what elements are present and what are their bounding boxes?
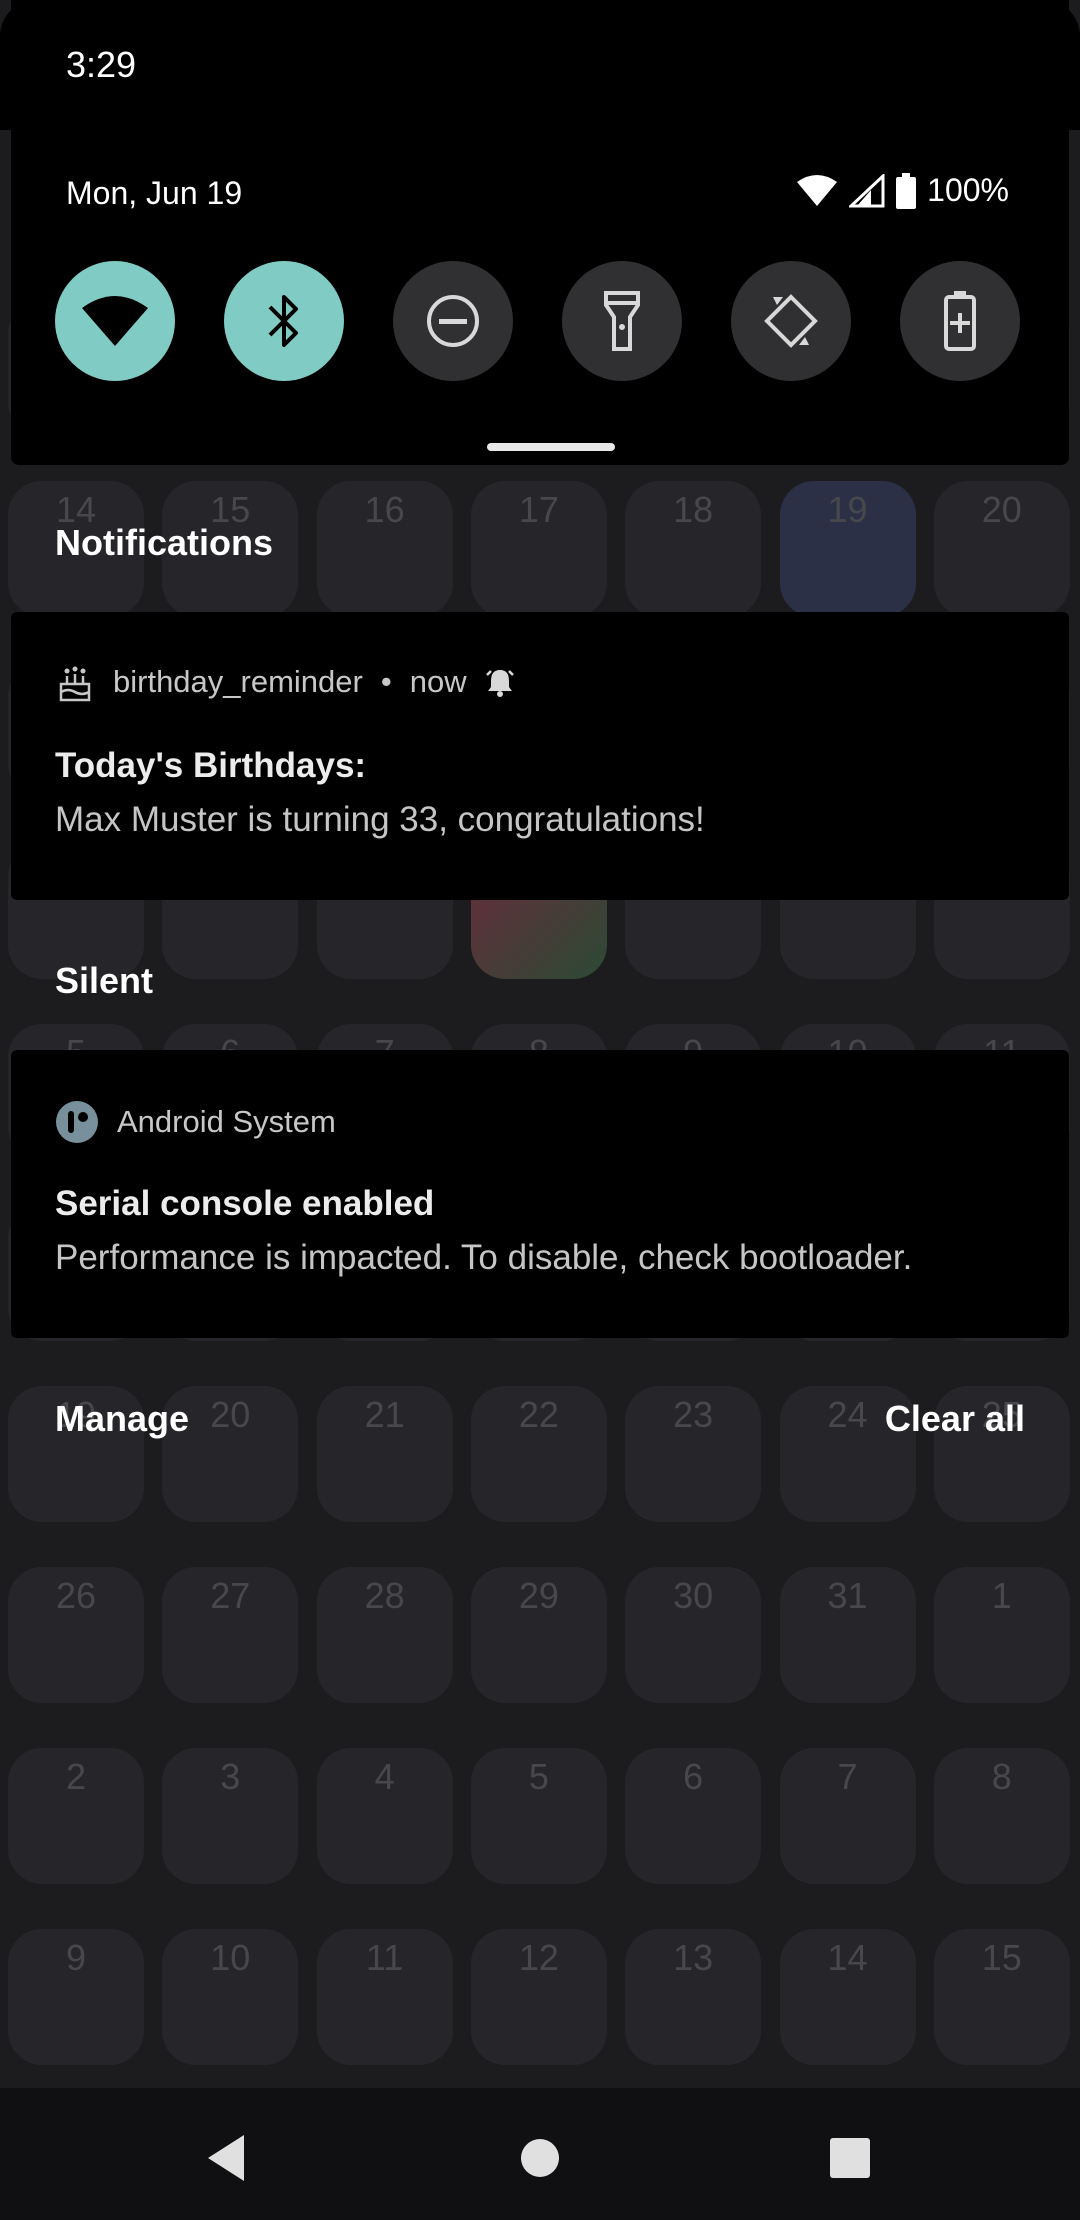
wifi-icon [82, 296, 148, 346]
clock: 3:29 [66, 44, 137, 85]
clear-all-button[interactable]: Clear all [885, 1398, 1025, 1440]
wifi-tile[interactable] [55, 261, 175, 381]
calendar-day-cell: 9 [8, 1929, 144, 2065]
calendar-day-cell: 14 [779, 1929, 916, 2065]
flashlight-icon [604, 291, 640, 351]
navigation-bar [0, 2088, 1080, 2220]
calendar-day-cell: 6 [625, 1748, 762, 1884]
notification-text: Performance is impacted. To disable, che… [55, 1238, 913, 1277]
wifi-signal-icon [797, 174, 838, 206]
calendar-day-cell: 12 [470, 1929, 607, 2065]
battery-saver-icon [944, 291, 976, 351]
bluetooth-tile[interactable] [224, 261, 344, 381]
calendar-day-cell: 30 [625, 1567, 762, 1703]
calendar-day-cell: 27 [162, 1567, 299, 1703]
do-not-disturb-icon [427, 295, 479, 347]
calendar-day-cell: 2 [8, 1748, 144, 1884]
calendar-day-cell: 4 [316, 1748, 453, 1884]
notification-card-android-system[interactable]: Android System Serial console enabled Pe… [11, 1050, 1069, 1338]
do-not-disturb-tile[interactable] [393, 261, 513, 381]
notification-title: Serial console enabled [55, 1184, 435, 1223]
notification-title: Today's Birthdays: [55, 746, 367, 785]
calendar-day-cell: 20 [933, 481, 1070, 617]
android-system-icon [56, 1101, 98, 1143]
battery-percentage: 100% [927, 172, 1009, 208]
calendar-day-cell: 10 [162, 1929, 299, 2065]
calendar-day-cell: 29 [470, 1567, 607, 1703]
battery-saver-tile[interactable] [900, 261, 1020, 381]
calendar-day-cell: 22 [470, 1386, 607, 1522]
calendar-day-cell: 8 [933, 1748, 1070, 1884]
calendar-day-cell: 11 [316, 1929, 453, 2065]
calendar-day-cell: 21 [316, 1386, 453, 1522]
silent-header: Silent [55, 960, 154, 1001]
calendar-day-cell: 17 [470, 481, 607, 617]
notification-card-birthday[interactable]: birthday_reminder • now Today's Birthday… [11, 612, 1069, 900]
calendar-day-cell: 16 [316, 481, 453, 617]
manage-button[interactable]: Manage [55, 1398, 189, 1440]
calendar-day-cell: 7 [779, 1748, 916, 1884]
notification-app-name: birthday_reminder [113, 664, 363, 699]
calendar-day-cell: 1 [933, 1567, 1070, 1703]
notification-time: now [409, 664, 467, 699]
status-icons: 100% [795, 172, 1009, 209]
quick-settings-panel: 3:29 Mon, Jun 19 100% [11, 0, 1069, 465]
cell-signal-icon [849, 173, 885, 207]
notification-text: Max Muster is turning 33, congratulation… [55, 800, 705, 839]
separator-dot: • [380, 664, 392, 699]
auto-rotate-tile[interactable] [731, 261, 851, 381]
calendar-day-cell: 23 [625, 1386, 762, 1522]
battery-icon [896, 172, 917, 209]
calendar-day-cell: 3 [162, 1748, 299, 1884]
home-icon [521, 2139, 559, 2177]
auto-rotate-icon [764, 294, 818, 348]
date-label[interactable]: Mon, Jun 19 [66, 175, 242, 212]
calendar-day-cell: 26 [8, 1567, 144, 1703]
flashlight-tile[interactable] [562, 261, 682, 381]
calendar-day-cell: 5 [470, 1748, 607, 1884]
calendar-day-cell: 13 [625, 1929, 762, 2065]
calendar-day-cell: 18 [625, 481, 762, 617]
bluetooth-icon [268, 295, 298, 347]
calendar-day-cell: 28 [316, 1567, 453, 1703]
home-button[interactable] [510, 2128, 570, 2188]
calendar-day-cell: 19 [779, 481, 916, 617]
notification-app-name: Android System [117, 1104, 336, 1139]
notification-header: birthday_reminder • now [55, 662, 515, 702]
alert-bell-icon [485, 670, 514, 697]
recents-icon [830, 2138, 870, 2178]
notifications-header: Notifications [55, 522, 274, 563]
drag-handle[interactable] [487, 443, 615, 451]
notification-header: Android System [55, 1100, 336, 1144]
recents-button[interactable] [820, 2128, 880, 2188]
cake-icon [59, 666, 91, 702]
back-icon [208, 2135, 244, 2181]
calendar-day-cell: 15 [933, 1929, 1070, 2065]
back-button[interactable] [196, 2128, 256, 2188]
calendar-day-cell: 31 [779, 1567, 916, 1703]
